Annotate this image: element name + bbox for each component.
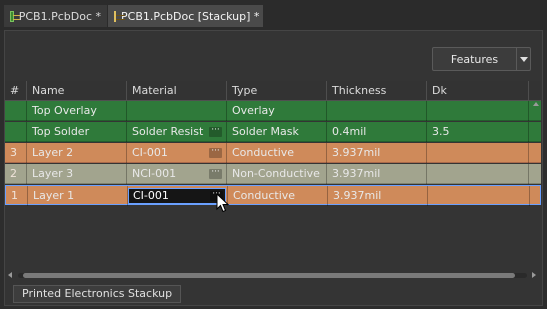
- horizontal-scrollbar[interactable]: [5, 269, 541, 281]
- layer-thickness[interactable]: 3.937mil: [327, 143, 427, 163]
- column-header-material[interactable]: Material: [127, 81, 227, 100]
- layer-material[interactable]: CI-001 ···: [128, 186, 228, 206]
- layer-name[interactable]: Top Overlay: [27, 101, 127, 121]
- features-button-label[interactable]: Features: [433, 53, 516, 66]
- features-dropdown[interactable]: Features: [432, 47, 531, 71]
- column-header-number[interactable]: #: [5, 81, 27, 100]
- layer-dk[interactable]: [427, 164, 529, 184]
- layer-material[interactable]: Solder Resist ···: [127, 122, 227, 142]
- stackup-name-tab[interactable]: Printed Electronics Stackup: [13, 285, 182, 303]
- material-value: Solder Resist: [132, 125, 204, 138]
- tab-pcb-document[interactable]: PCB1.PcbDoc *: [4, 5, 107, 27]
- table-row[interactable]: 3 Layer 2 CI-001 ··· Conductive 3.937mil: [5, 143, 541, 163]
- tab-stackup-document[interactable]: PCB1.PcbDoc [Stackup] *: [108, 5, 263, 27]
- scroll-left-arrow-icon[interactable]: [8, 272, 12, 278]
- layer-name[interactable]: Layer 3: [27, 164, 127, 184]
- document-tab-bar: PCB1.PcbDoc * PCB1.PcbDoc [Stackup] *: [0, 0, 547, 30]
- features-dropdown-arrow[interactable]: [517, 56, 530, 62]
- layer-thickness[interactable]: 0.4mil: [327, 122, 427, 142]
- table-header: # Name Material Type Thickness Dk: [5, 81, 541, 101]
- layer-name[interactable]: Layer 1: [28, 186, 128, 206]
- layer-material[interactable]: CI-001 ···: [127, 143, 227, 163]
- layer-thickness[interactable]: 3.937mil: [327, 164, 427, 184]
- column-header-thickness[interactable]: Thickness: [327, 81, 427, 100]
- table-row[interactable]: Top Overlay Overlay: [5, 101, 541, 121]
- layer-dk[interactable]: [428, 186, 530, 206]
- layer-dk[interactable]: [427, 143, 529, 163]
- row-number: 2: [5, 164, 27, 184]
- material-browse-icon[interactable]: ···: [209, 168, 222, 179]
- row-number: 3: [5, 143, 27, 163]
- column-header-type[interactable]: Type: [227, 81, 327, 100]
- layer-material[interactable]: NCI-001 ···: [127, 164, 227, 184]
- row-number: [5, 101, 27, 121]
- layer-name[interactable]: Layer 2: [27, 143, 127, 163]
- layer-thickness[interactable]: 3.937mil: [328, 186, 428, 206]
- vertical-scrollbar[interactable]: [531, 100, 541, 265]
- tab-stackup-document-label: PCB1.PcbDoc [Stackup] *: [121, 9, 260, 23]
- layer-name[interactable]: Top Solder: [27, 122, 127, 142]
- table-row[interactable]: 2 Layer 3 NCI-001 ··· Non-Conductive 3.9…: [5, 164, 541, 184]
- column-header-name[interactable]: Name: [27, 81, 127, 100]
- row-number: [5, 122, 27, 142]
- layer-material[interactable]: [127, 101, 227, 121]
- table-row-selected[interactable]: 1 Layer 1 CI-001 ··· Conductive 3.937mil: [5, 185, 541, 206]
- table-row[interactable]: Top Solder Solder Resist ··· Solder Mask…: [5, 122, 541, 142]
- material-browse-icon[interactable]: ···: [209, 147, 222, 158]
- layer-dk[interactable]: [427, 101, 529, 121]
- pcb-document-icon: [10, 10, 20, 22]
- layer-type[interactable]: Solder Mask: [227, 122, 327, 142]
- layer-thickness[interactable]: [327, 101, 427, 121]
- material-browse-icon[interactable]: ···: [209, 126, 222, 137]
- mouse-pointer-icon: [216, 193, 230, 213]
- row-number: 1: [6, 186, 28, 206]
- material-value: NCI-001: [132, 167, 177, 180]
- chevron-down-icon: [519, 56, 528, 62]
- material-value: CI-001: [132, 146, 168, 159]
- scroll-right-arrow-icon[interactable]: [532, 272, 536, 278]
- layer-type[interactable]: Overlay: [227, 101, 327, 121]
- scroll-up-arrow-icon[interactable]: [533, 102, 539, 106]
- layer-type[interactable]: Conductive: [227, 143, 327, 163]
- material-value: CI-001: [133, 189, 169, 202]
- tab-pcb-document-label: PCB1.PcbDoc *: [18, 9, 101, 23]
- layer-type[interactable]: Conductive: [228, 186, 328, 206]
- layer-type[interactable]: Non-Conductive: [227, 164, 327, 184]
- horizontal-scroll-thumb[interactable]: [23, 273, 515, 278]
- stackup-document-icon: [114, 10, 125, 22]
- column-header-dk[interactable]: Dk: [427, 81, 529, 100]
- layer-dk[interactable]: 3.5: [427, 122, 529, 142]
